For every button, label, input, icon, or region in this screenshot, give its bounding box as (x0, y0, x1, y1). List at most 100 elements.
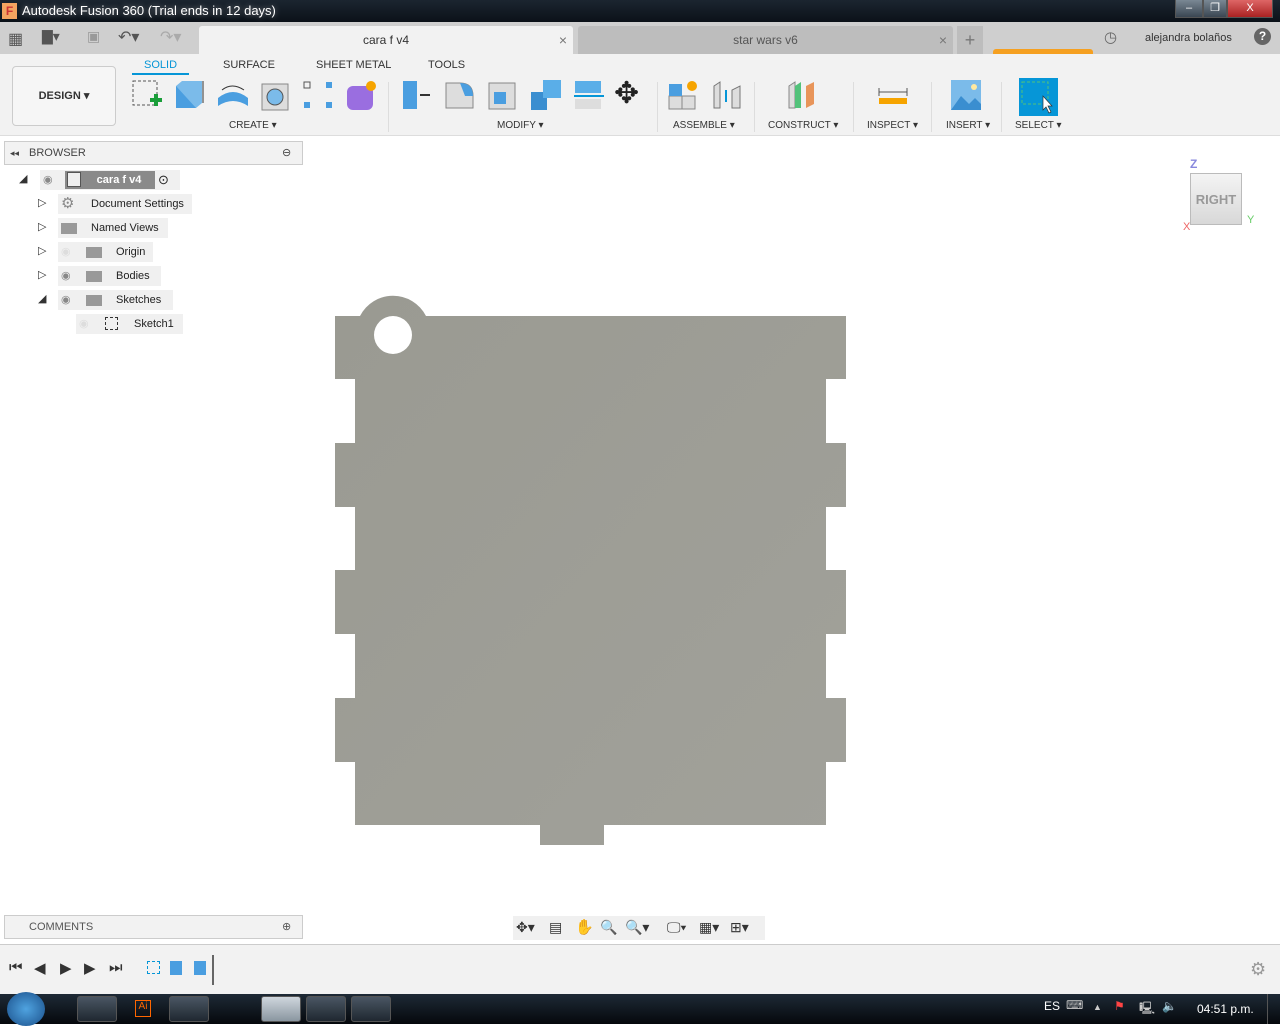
expand-triangle-icon[interactable]: ◢ (19, 172, 27, 185)
offset-plane-icon[interactable] (786, 78, 820, 112)
browser-minimize-icon[interactable]: ⊖ (282, 142, 291, 164)
timeline-settings-gear-icon[interactable]: ⚙ (1250, 959, 1266, 980)
eye-icon[interactable]: ◉ (61, 290, 71, 310)
show-hidden-icons[interactable]: ▲ (1093, 1002, 1102, 1012)
taskbar-tool-icon[interactable] (225, 1000, 243, 1018)
extrude-icon[interactable] (173, 78, 207, 112)
tree-item-document-settings[interactable]: ⚙ Document Settings (58, 194, 192, 214)
workspace-switcher[interactable]: DESIGN ▾ (12, 66, 116, 126)
measure-icon[interactable] (876, 78, 910, 112)
close-tab-icon[interactable]: × (939, 26, 947, 54)
step-back-icon[interactable]: ◀ (34, 959, 46, 977)
look-at-icon[interactable]: ▤ (549, 919, 562, 936)
new-component-icon[interactable] (667, 78, 701, 112)
tree-root-cara-f-v4[interactable]: ◉ cara f v4 ⊙ (40, 170, 180, 190)
play-icon[interactable]: ▶ (60, 959, 72, 977)
modify-menu[interactable]: MODIFY ▾ (497, 120, 544, 131)
show-desktop-button[interactable] (1267, 994, 1280, 1024)
create-sketch-icon[interactable] (130, 78, 164, 112)
network-icon[interactable]: 🖳 (1139, 999, 1155, 1020)
view-cube[interactable]: RIGHT (1190, 173, 1242, 225)
construct-menu[interactable]: CONSTRUCT ▾ (768, 120, 838, 131)
eye-icon[interactable]: ◉ (43, 170, 53, 190)
keyboard-icon[interactable]: ⌨ (1066, 998, 1083, 1012)
tree-item-bodies[interactable]: ◉ Bodies (58, 266, 161, 286)
rectangular-pattern-icon[interactable] (302, 78, 336, 112)
display-settings-icon[interactable]: 🖵▾ (667, 919, 686, 936)
select-icon[interactable] (1019, 78, 1058, 116)
tree-item-named-views[interactable]: Named Views (58, 218, 168, 238)
volume-icon[interactable]: 🔈 (1162, 999, 1177, 1013)
expand-triangle-icon[interactable]: ▷ (38, 220, 46, 233)
timeline-extrude-icon[interactable] (194, 961, 206, 975)
fillet-icon[interactable] (443, 78, 477, 112)
orbit-icon[interactable]: ✥▾ (516, 919, 535, 936)
taskbar-image-viewer-icon[interactable] (351, 996, 391, 1022)
revolve-icon[interactable] (216, 78, 250, 112)
collapse-browser-icon[interactable]: ◂◂ (10, 142, 19, 164)
timeline-sketch-icon[interactable] (147, 961, 160, 974)
language-indicator[interactable]: ES (1044, 999, 1060, 1013)
close-tab-icon[interactable]: × (559, 26, 567, 54)
tab-surface[interactable]: SURFACE (223, 59, 275, 71)
file-menu-icon[interactable]: ▇▾ (42, 28, 60, 45)
shell-icon[interactable] (486, 78, 520, 112)
expand-triangle-icon[interactable]: ▷ (38, 244, 46, 257)
tree-item-origin[interactable]: ◉ Origin (58, 242, 153, 262)
select-menu[interactable]: SELECT ▾ (1015, 120, 1062, 131)
taskbar-chrome-icon[interactable] (169, 996, 209, 1022)
keychain-plate-body[interactable] (335, 295, 846, 845)
restore-button[interactable]: ❐ (1203, 0, 1227, 18)
tab-tools[interactable]: TOOLS (428, 59, 465, 71)
inspect-menu[interactable]: INSPECT ▾ (867, 120, 918, 131)
eye-hidden-icon[interactable]: ◉ (79, 314, 89, 334)
tab-cara-f-v4[interactable]: cara f v4 × (199, 26, 573, 54)
create-menu[interactable]: CREATE ▾ (229, 120, 277, 131)
hole-icon[interactable] (259, 78, 293, 112)
clock[interactable]: 04:51 p.m. (1197, 1002, 1254, 1016)
go-to-end-icon[interactable]: ⏭ (109, 959, 123, 976)
timeline-extrude-icon[interactable] (170, 961, 182, 975)
move-copy-icon[interactable]: ✥ (614, 76, 639, 111)
split-face-icon[interactable] (572, 78, 606, 112)
tree-item-sketch1[interactable]: ◉ Sketch1 (76, 314, 183, 334)
new-tab-button[interactable]: + (957, 26, 983, 54)
undo-icon[interactable]: ↶▾ (118, 27, 139, 47)
go-to-start-icon[interactable]: ⏮ (9, 959, 23, 976)
minimize-button[interactable]: – (1175, 0, 1203, 18)
tab-solid[interactable]: SOLID (132, 59, 190, 75)
add-comment-icon[interactable]: ⊕ (282, 916, 291, 938)
eye-icon[interactable]: ◉ (61, 266, 71, 286)
browser-panel-header[interactable]: ◂◂ BROWSER ⊖ (4, 141, 303, 165)
taskbar-explorer-icon[interactable] (77, 996, 117, 1022)
taskbar-fusion360-icon[interactable] (261, 996, 301, 1022)
save-icon[interactable]: ▣ (87, 28, 100, 45)
help-icon[interactable]: ? (1254, 28, 1271, 45)
insert-menu[interactable]: INSERT ▾ (946, 120, 990, 131)
action-center-flag-icon[interactable]: ⚑ (1114, 999, 1125, 1013)
user-account-menu[interactable]: alejandra bolaños (1145, 32, 1232, 44)
collapse-triangle-icon[interactable]: ◢ (38, 292, 46, 305)
job-status-clock-icon[interactable]: ◷ (1104, 28, 1117, 46)
start-button[interactable] (7, 992, 45, 1026)
apps-grid-icon[interactable]: ▦ (8, 29, 23, 49)
timeline-marker[interactable] (212, 955, 214, 985)
expand-triangle-icon[interactable]: ▷ (38, 196, 46, 209)
tree-item-sketches[interactable]: ◉ Sketches (58, 290, 173, 310)
tab-sheet-metal[interactable]: SHEET METAL (316, 59, 391, 71)
step-forward-icon[interactable]: ▶ (84, 959, 96, 977)
grid-settings-icon[interactable]: ▦▾ (699, 919, 719, 936)
eye-hidden-icon[interactable]: ◉ (61, 242, 71, 262)
combine-icon[interactable] (529, 78, 563, 112)
taskbar-illustrator-icon[interactable]: Ai (135, 1000, 151, 1017)
joint-icon[interactable] (710, 78, 744, 112)
form-icon[interactable] (345, 78, 379, 112)
insert-image-icon[interactable] (949, 78, 983, 112)
comments-panel[interactable]: COMMENTS ⊕ (4, 915, 303, 939)
activate-radio-icon[interactable]: ⊙ (158, 170, 169, 190)
redo-icon[interactable]: ↷▾ (160, 27, 181, 47)
viewports-icon[interactable]: ⊞▾ (730, 919, 749, 936)
assemble-menu[interactable]: ASSEMBLE ▾ (673, 120, 735, 131)
zoom-icon[interactable]: 🔍 (600, 919, 617, 936)
pan-hand-icon[interactable]: ✋ (575, 918, 594, 936)
